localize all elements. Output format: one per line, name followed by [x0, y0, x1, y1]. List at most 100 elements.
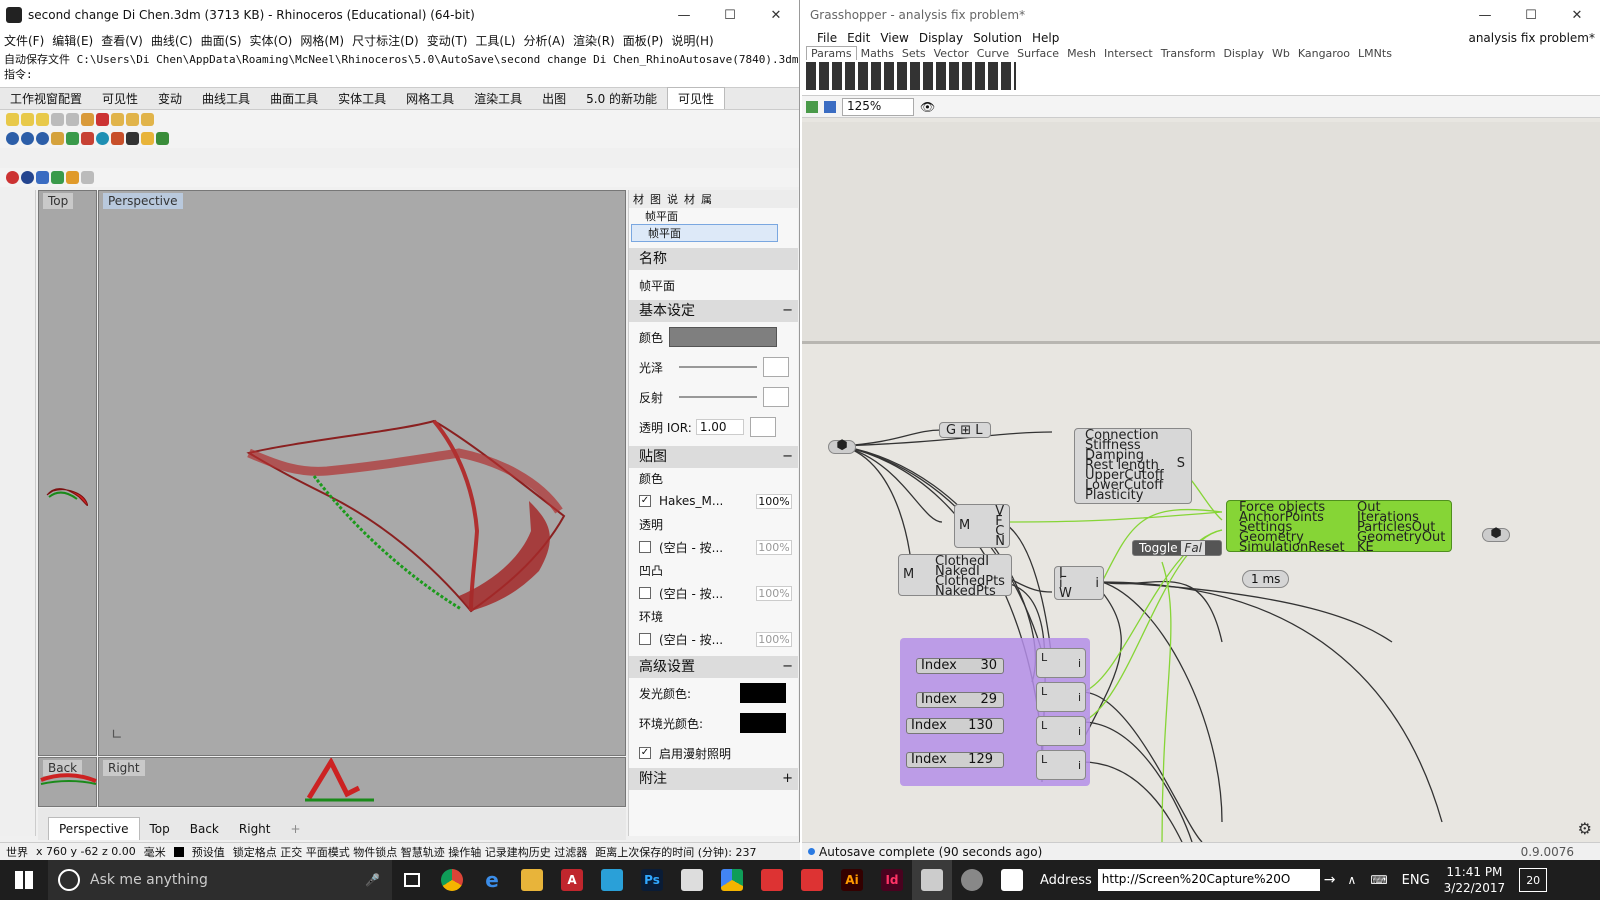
- output-s[interactable]: S: [1177, 457, 1185, 470]
- start-button[interactable]: [0, 860, 48, 900]
- gh-tab-maths[interactable]: Maths: [857, 47, 898, 60]
- cplane-label[interactable]: 世界: [6, 844, 28, 860]
- tex-env-value[interactable]: (空白 - 按...: [659, 631, 723, 648]
- indesign-app[interactable]: Id: [872, 860, 912, 900]
- viewport-right[interactable]: Right: [98, 757, 626, 807]
- gh-tab-kangaroo[interactable]: Kangaroo: [1294, 47, 1354, 60]
- gh-canvas[interactable]: ⬢ G ⊞ L Connection Stiffness Damping Res…: [802, 122, 1600, 842]
- gh-settings-icon[interactable]: ⚙: [1578, 819, 1592, 838]
- tab-render-tools[interactable]: 渲染工具: [464, 88, 532, 109]
- viewport-top[interactable]: Top: [38, 190, 97, 756]
- transparency-swatch[interactable]: [749, 417, 776, 437]
- render-icon[interactable]: [51, 171, 64, 184]
- layer-icon[interactable]: [111, 113, 124, 126]
- list-input-label[interactable]: L: [1041, 652, 1047, 663]
- tex-color-percent[interactable]: 100%: [756, 493, 792, 509]
- emission-swatch[interactable]: [740, 683, 786, 703]
- ior-input[interactable]: 1.00: [695, 419, 744, 435]
- tex-env-checkbox[interactable]: [639, 633, 651, 645]
- gh-tab-curve[interactable]: Curve: [973, 47, 1013, 60]
- ambient-swatch[interactable]: [740, 713, 786, 733]
- naked-vertices-node[interactable]: M ClothedI NakedI ClothedPts NakedPts: [898, 554, 1012, 598]
- lock-icon[interactable]: [51, 113, 64, 126]
- mesh-deconstruct-node[interactable]: M V F C N: [954, 504, 1010, 548]
- tab-viewport-layout[interactable]: 工作视窗配置: [0, 88, 92, 109]
- toggle-value[interactable]: Fal: [1181, 541, 1206, 555]
- layer-icon[interactable]: [141, 113, 154, 126]
- reset-toggle[interactable]: Toggle Fal: [1132, 540, 1222, 556]
- input-w[interactable]: W: [1059, 587, 1072, 600]
- gh-tab-mesh[interactable]: Mesh: [1063, 47, 1100, 60]
- lock-icon[interactable]: [66, 113, 79, 126]
- cone-icon[interactable]: [66, 171, 79, 184]
- list-output-i[interactable]: i: [1078, 692, 1081, 703]
- gh-component-palette[interactable]: [802, 60, 1600, 96]
- shaded-icon[interactable]: [36, 171, 49, 184]
- pencil-icon[interactable]: [51, 132, 64, 145]
- gh-tab-surface[interactable]: Surface: [1013, 47, 1063, 60]
- tab-new-in-v5[interactable]: 5.0 的新功能: [576, 88, 667, 109]
- list-item-node[interactable]: L i W i: [1054, 566, 1104, 600]
- param-icons[interactable]: [806, 62, 1016, 90]
- sketchup-app-2[interactable]: [792, 860, 832, 900]
- zoom-dropdown[interactable]: 125%: [842, 97, 914, 116]
- index-slider-29[interactable]: Index 29: [916, 692, 1004, 708]
- list-output-i[interactable]: i: [1078, 760, 1081, 771]
- gh-tab-sets[interactable]: Sets: [898, 47, 930, 60]
- tab-visibility[interactable]: 可见性: [92, 88, 148, 109]
- cortana-search[interactable]: Ask me anything 🎤: [48, 860, 392, 900]
- render-icon[interactable]: [81, 132, 94, 145]
- menu-render[interactable]: 渲染(R): [569, 32, 619, 49]
- command-area[interactable]: 自动保存文件 C:\Users\Di Chen\AppData\Roaming\…: [0, 50, 799, 88]
- gh-menu-display[interactable]: Display: [914, 31, 968, 45]
- rhino-app[interactable]: [912, 860, 952, 900]
- reflect-swatch[interactable]: [763, 387, 790, 407]
- app-sphere[interactable]: [952, 860, 992, 900]
- add-viewport-tab[interactable]: +: [281, 818, 311, 840]
- gh-tab-vector[interactable]: Vector: [930, 47, 973, 60]
- app-blue[interactable]: [592, 860, 632, 900]
- list-output-i[interactable]: i: [1078, 726, 1081, 737]
- input-simulation-reset[interactable]: SimulationReset: [1239, 541, 1345, 554]
- gh-menu-help[interactable]: Help: [1027, 31, 1064, 45]
- menu-solid[interactable]: 实体(O): [246, 32, 297, 49]
- reflect-slider[interactable]: [679, 396, 758, 398]
- diffuse-checkbox[interactable]: ✓: [639, 747, 651, 759]
- tab-curve-tools[interactable]: 曲线工具: [192, 88, 260, 109]
- tab-mesh-tools[interactable]: 网格工具: [396, 88, 464, 109]
- name-field[interactable]: 帧平面: [629, 270, 798, 300]
- edge-app[interactable]: e: [472, 860, 512, 900]
- gh-menu-solution[interactable]: Solution: [968, 31, 1027, 45]
- props-breadcrumb[interactable]: 帧平面: [629, 208, 798, 224]
- autocad-app[interactable]: A: [552, 860, 592, 900]
- address-bar[interactable]: http://Screen%20Capture%20O: [1097, 869, 1320, 891]
- list-input-label[interactable]: L: [1041, 720, 1047, 731]
- gh-tab-params[interactable]: Params: [806, 46, 857, 60]
- tex-transp-value[interactable]: (空白 - 按...: [659, 539, 723, 556]
- output-n[interactable]: N: [995, 535, 1005, 548]
- section-texture[interactable]: 贴图 −: [629, 446, 798, 468]
- menu-mesh[interactable]: 网格(M): [296, 32, 348, 49]
- menu-view[interactable]: 查看(V): [97, 32, 147, 49]
- sphere-icon[interactable]: [21, 171, 34, 184]
- index-slider-value[interactable]: 130: [968, 719, 993, 733]
- list-item-node-4[interactable]: Li: [1036, 750, 1086, 780]
- materials-tab-2[interactable]: 材: [684, 191, 695, 207]
- lightbulb-icon[interactable]: [36, 113, 49, 126]
- list-output-i[interactable]: i: [1095, 577, 1099, 590]
- menu-help[interactable]: 说明(H): [667, 32, 717, 49]
- tex-color-checkbox[interactable]: ✓: [639, 495, 651, 507]
- gh-tab-wb[interactable]: Wb: [1268, 47, 1294, 60]
- render-icon[interactable]: [66, 132, 79, 145]
- modeling-aids[interactable]: 锁定格点 正交 平面模式 物件锁点 智慧轨迹 操作轴 记录建构历史 过滤器: [233, 844, 587, 860]
- list-input-label[interactable]: L: [1041, 686, 1047, 697]
- tab-solid-tools[interactable]: 实体工具: [328, 88, 396, 109]
- color-swatch[interactable]: [669, 327, 778, 347]
- tex-bump-checkbox[interactable]: [639, 587, 651, 599]
- language-indicator[interactable]: ENG: [1402, 873, 1430, 888]
- task-view-button[interactable]: [392, 860, 432, 900]
- photos-app[interactable]: [992, 860, 1032, 900]
- close-button[interactable]: ✕: [1554, 8, 1600, 23]
- tex-color-value[interactable]: Hakes_M...: [659, 494, 723, 508]
- menu-surface[interactable]: 曲面(S): [197, 32, 246, 49]
